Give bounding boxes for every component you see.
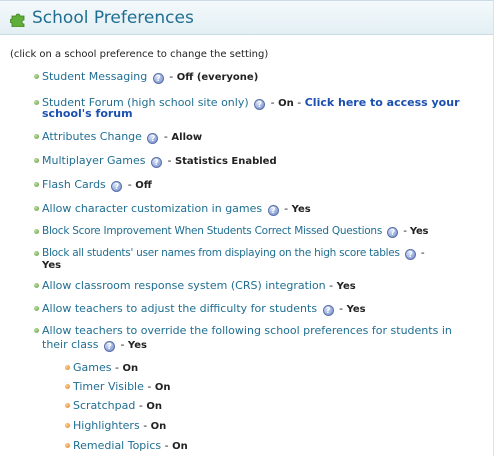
pref-link[interactable]: Flash Cards xyxy=(42,178,106,191)
bullet-icon xyxy=(34,158,39,163)
pref-value: Off (everyone) xyxy=(176,72,259,83)
pref-link[interactable]: Block Score Improvement When Students Co… xyxy=(42,225,382,237)
pref-value: Yes xyxy=(42,260,62,271)
subpref-link[interactable]: Timer Visible xyxy=(73,380,144,393)
help-icon[interactable]: ? xyxy=(254,99,266,110)
subpref-link[interactable]: Scratchpad xyxy=(73,399,135,412)
bullet-icon xyxy=(34,251,39,256)
subpref-value: On xyxy=(172,441,188,452)
pref-value: Statistics Enabled xyxy=(174,156,277,167)
bullet-icon xyxy=(34,134,39,139)
bullet-icon xyxy=(34,74,39,79)
pref-link[interactable]: Multiplayer Games xyxy=(42,154,145,167)
subpref-link[interactable]: Remedial Topics xyxy=(73,439,161,452)
subpref-link[interactable]: Games xyxy=(73,361,111,374)
help-icon[interactable]: ? xyxy=(147,133,159,144)
help-icon[interactable]: ? xyxy=(267,205,279,216)
subpref-link[interactable]: Highlighters xyxy=(73,419,140,432)
pref-value: Yes xyxy=(409,226,429,237)
forum-access-link-line2[interactable]: school's forum xyxy=(42,107,133,120)
pref-link[interactable]: Student Messaging xyxy=(42,70,147,83)
page-title: School Preferences xyxy=(32,8,194,28)
pref-value: Off xyxy=(135,180,152,191)
help-icon[interactable]: ? xyxy=(111,181,123,192)
bullet-icon xyxy=(34,182,39,187)
forum-access-link[interactable]: Click here to access your xyxy=(305,96,460,109)
help-icon[interactable]: ? xyxy=(404,249,416,260)
pref-value: Allow xyxy=(171,132,203,143)
pref-link[interactable]: Allow classroom response system (CRS) in… xyxy=(42,279,326,292)
pref-value: Yes xyxy=(291,204,311,215)
bullet-icon xyxy=(34,306,39,311)
pref-link-line2[interactable]: their class xyxy=(42,338,98,351)
help-icon[interactable]: ? xyxy=(103,341,115,352)
bullet-icon xyxy=(65,365,70,370)
subpref-value: On xyxy=(154,382,171,393)
bullet-icon xyxy=(34,100,39,105)
subpref-value: On xyxy=(146,401,162,412)
help-icon[interactable]: ? xyxy=(150,157,162,168)
bullet-icon xyxy=(34,206,39,211)
help-icon[interactable]: ? xyxy=(322,305,334,316)
bullet-icon xyxy=(34,328,39,333)
bullet-icon xyxy=(65,443,70,448)
bullet-icon xyxy=(34,229,39,234)
pref-link[interactable]: Allow teachers to override the following… xyxy=(42,324,452,337)
instruction-note: (click on a school preference to change … xyxy=(10,49,269,60)
bullet-icon xyxy=(65,384,70,389)
pref-value: Yes xyxy=(127,340,147,351)
pref-link[interactable]: Attributes Change xyxy=(42,130,142,143)
page-header: School Preferences xyxy=(0,0,494,35)
bullet-icon xyxy=(65,423,70,428)
pref-value: Yes xyxy=(336,281,356,292)
pref-link[interactable]: Allow character customization in games xyxy=(42,202,262,215)
pref-link[interactable]: Block all students' user names from disp… xyxy=(42,247,400,259)
subpref-value: On xyxy=(122,363,139,374)
help-icon[interactable]: ? xyxy=(387,227,399,238)
puzzle-piece-icon xyxy=(10,13,25,27)
bullet-icon xyxy=(65,403,70,408)
pref-value: On xyxy=(278,98,294,109)
bullet-icon xyxy=(34,283,39,288)
pref-link[interactable]: Allow teachers to adjust the difficulty … xyxy=(42,302,317,315)
help-icon[interactable]: ? xyxy=(152,73,164,84)
pref-value: Yes xyxy=(346,304,366,315)
subpref-value: On xyxy=(150,421,167,432)
